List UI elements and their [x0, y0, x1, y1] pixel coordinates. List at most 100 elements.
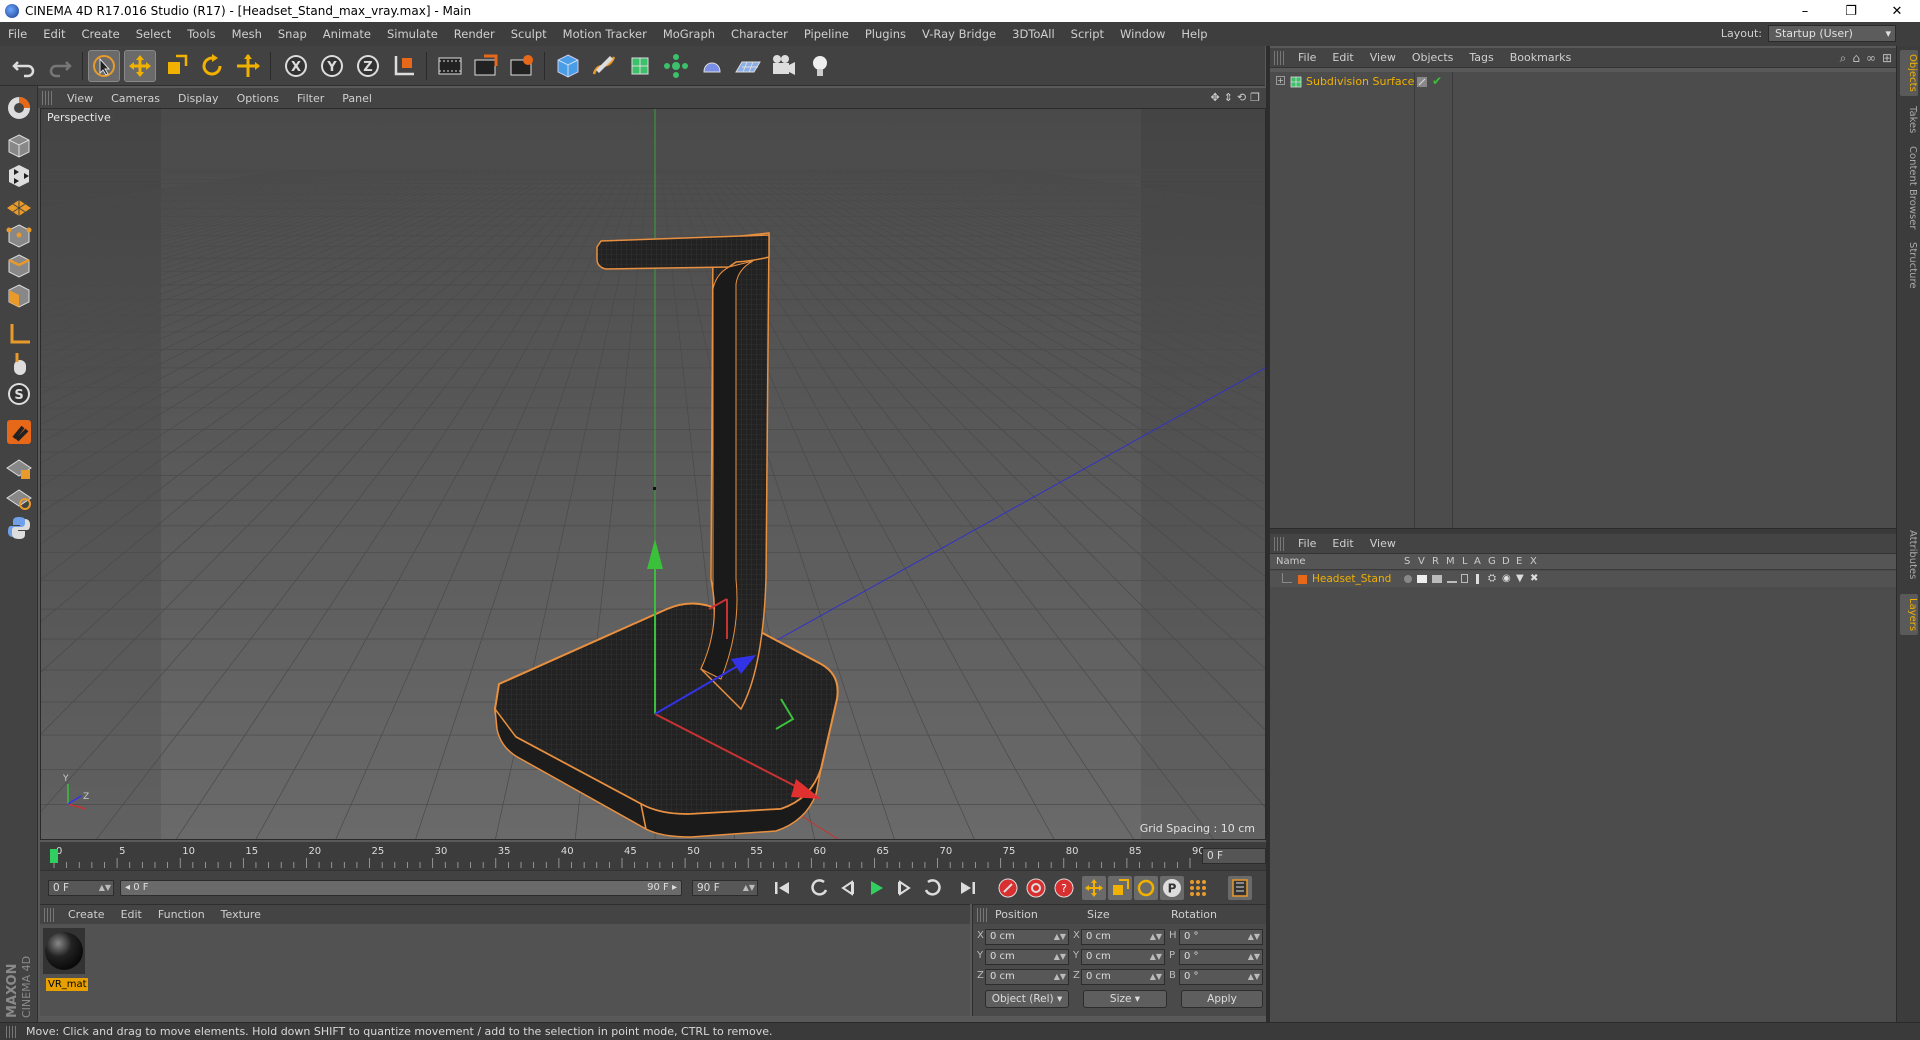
coordinate-system-button[interactable] [388, 50, 420, 82]
lm-menu-file[interactable]: File [1290, 537, 1324, 550]
col-expressions[interactable]: E [1516, 556, 1522, 567]
tweak-mode-button[interactable] [3, 348, 35, 380]
perspective-viewport[interactable]: Y Z Perspective Grid Spacing : 10 cm [40, 108, 1266, 840]
expression-icon[interactable]: ▼ [1516, 573, 1524, 584]
python-button[interactable] [3, 512, 35, 544]
size-z-field[interactable]: 0 cm ▲▼ [1081, 969, 1165, 985]
autokeying-button[interactable] [1024, 876, 1048, 900]
object-name[interactable]: Subdivision Surface [1306, 75, 1414, 88]
timeline-ruler[interactable]: 0 5 10 15 20 25 30 35 40 45 50 55 60 65 70 75 80 85 90 0 F [40, 842, 1266, 870]
new-window-icon[interactable]: ⊞ [1882, 51, 1892, 66]
position-y-field[interactable]: 0 cm ▲▼ [985, 949, 1069, 965]
om-menu-view[interactable]: View [1362, 51, 1404, 64]
col-render[interactable]: R [1432, 556, 1439, 567]
record-position-button[interactable] [1082, 876, 1106, 900]
col-generators[interactable]: G [1488, 556, 1496, 567]
mat-menu-edit[interactable]: Edit [113, 908, 150, 921]
tab-takes[interactable]: Takes [1900, 102, 1918, 137]
make-editable-button[interactable] [3, 92, 35, 124]
lock-icon[interactable] [1461, 574, 1468, 583]
mat-menu-function[interactable]: Function [150, 908, 213, 921]
panel-grip[interactable] [1274, 536, 1286, 551]
workplane-mode-button[interactable] [3, 190, 35, 222]
panel-grip[interactable] [44, 907, 56, 922]
tab-content-browser[interactable]: Content Browser [1900, 142, 1918, 233]
menu-snap[interactable]: Snap [270, 22, 315, 46]
next-frame-button[interactable] [892, 876, 916, 900]
record-point-level-button[interactable] [1186, 876, 1210, 900]
expand-toggle[interactable]: + [1276, 76, 1285, 85]
mat-menu-texture[interactable]: Texture [213, 908, 269, 921]
menu-mograph[interactable]: MoGraph [655, 22, 723, 46]
menu-file[interactable]: File [0, 22, 35, 46]
deformer-button[interactable] [696, 50, 728, 82]
layer-manager-list[interactable]: Name S V R M L A G D E X Headset_Stand ⛭… [1270, 554, 1896, 1022]
vp-dolly-icon[interactable]: ⇕ [1224, 91, 1233, 104]
undo-button[interactable] [8, 50, 40, 82]
menu-plugins[interactable]: Plugins [857, 22, 914, 46]
menu-vray-bridge[interactable]: V-Ray Bridge [914, 22, 1004, 46]
rotation-b-field[interactable]: 0 ° ▲▼ [1179, 969, 1263, 985]
enabled-check-icon[interactable]: ✔ [1432, 74, 1442, 88]
col-solo[interactable]: S [1404, 556, 1410, 567]
xref-icon[interactable]: ✖ [1530, 573, 1538, 584]
x-axis-lock-button[interactable]: X [280, 50, 312, 82]
solo-toggle-icon[interactable] [1404, 575, 1412, 583]
layer-tag-icon[interactable] [1416, 76, 1428, 88]
record-active-objects-button[interactable] [996, 876, 1020, 900]
layer-name[interactable]: Headset_Stand [1312, 573, 1391, 585]
manager-icon[interactable] [1447, 575, 1457, 583]
vp-menu-view[interactable]: View [58, 92, 102, 105]
next-keyframe-button[interactable] [920, 876, 944, 900]
vp-maximize-icon[interactable]: ❐ [1250, 91, 1260, 104]
home-icon[interactable]: ⌂ [1852, 51, 1860, 66]
render-view-button[interactable] [434, 50, 466, 82]
record-parameter-button[interactable]: P [1160, 876, 1184, 900]
menu-create[interactable]: Create [74, 22, 128, 46]
z-axis-lock-button[interactable]: Z [352, 50, 384, 82]
cube-primitive-button[interactable] [552, 50, 584, 82]
material-manager-area[interactable]: VR_mat [40, 924, 970, 1016]
magnet-button[interactable] [3, 416, 35, 448]
menu-motion-tracker[interactable]: Motion Tracker [555, 22, 655, 46]
vp-menu-filter[interactable]: Filter [288, 92, 333, 105]
record-rotation-button[interactable] [1134, 876, 1158, 900]
layer-color-swatch[interactable] [1298, 575, 1307, 584]
y-axis-lock-button[interactable]: Y [316, 50, 348, 82]
rotation-p-field[interactable]: 0 ° ▲▼ [1179, 949, 1263, 965]
go-to-end-button[interactable] [956, 876, 980, 900]
animation-icon[interactable] [1476, 574, 1479, 584]
scale-tool-button[interactable] [160, 50, 192, 82]
om-menu-bookmarks[interactable]: Bookmarks [1502, 51, 1579, 64]
col-name[interactable]: Name [1276, 556, 1306, 567]
play-forward-button[interactable] [864, 876, 888, 900]
layer-row[interactable]: Headset_Stand ⛭ ◉ ▼ ✖ [1270, 571, 1896, 587]
model-mode-button[interactable] [3, 130, 35, 162]
col-visible[interactable]: V [1418, 556, 1425, 567]
menu-tools[interactable]: Tools [179, 22, 223, 46]
object-row[interactable]: + Subdivision Surface ✔ [1270, 74, 1896, 90]
panel-grip[interactable] [977, 907, 989, 922]
position-z-field[interactable]: 0 cm ▲▼ [985, 969, 1069, 985]
live-selection-button[interactable] [88, 50, 120, 82]
start-frame-field[interactable]: 0 F ▲▼ [48, 880, 114, 896]
menu-pipeline[interactable]: Pipeline [796, 22, 857, 46]
tab-attributes[interactable]: Attributes [1900, 526, 1918, 583]
minimize-button[interactable]: – [1782, 0, 1828, 22]
pen-spline-button[interactable] [588, 50, 620, 82]
viewport-camera-label[interactable]: Perspective [44, 111, 114, 124]
menu-script[interactable]: Script [1063, 22, 1112, 46]
object-manager-list[interactable]: + Subdivision Surface ✔ [1270, 72, 1896, 528]
menu-help[interactable]: Help [1173, 22, 1215, 46]
menu-simulate[interactable]: Simulate [379, 22, 446, 46]
panel-grip[interactable] [42, 91, 54, 105]
coordinate-mode-dropdown[interactable]: Object (Rel) ▾ [985, 990, 1069, 1008]
axis-mode-button[interactable] [3, 318, 35, 350]
subdivision-surface-button[interactable] [624, 50, 656, 82]
col-xref[interactable]: X [1530, 556, 1537, 567]
light-button[interactable] [804, 50, 836, 82]
close-button[interactable]: ✕ [1874, 0, 1920, 22]
size-mode-dropdown[interactable]: Size ▾ [1083, 990, 1167, 1008]
tab-structure[interactable]: Structure [1900, 238, 1918, 293]
previous-keyframe-button[interactable] [808, 876, 832, 900]
